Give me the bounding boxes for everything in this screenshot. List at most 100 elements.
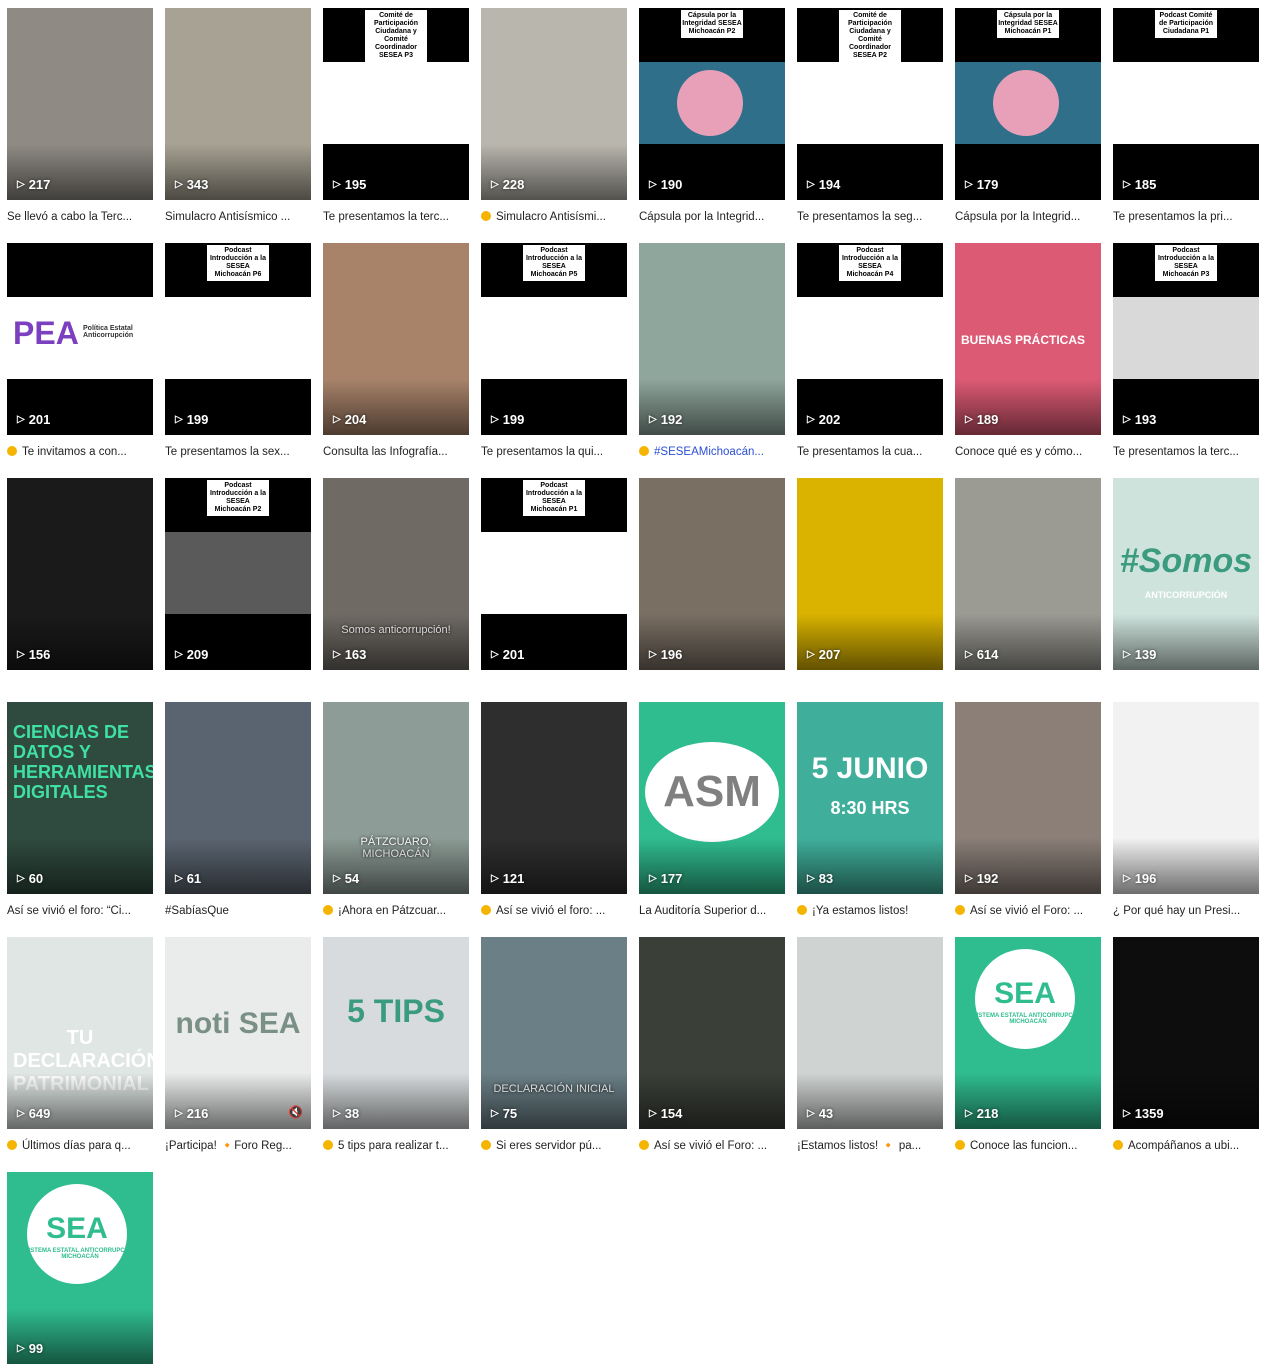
video-caption[interactable]: Simulacro Antisísmi...: [481, 209, 627, 225]
video-card[interactable]: BUENAS PRÁCTICAS ▷ 189 Conoce qué es y cómo…: [955, 243, 1101, 460]
video-card[interactable]: Podcast Introducción a la SESEA Michoacá…: [481, 243, 627, 460]
video-caption[interactable]: 5 tips para realizar t...: [323, 1138, 469, 1154]
video-thumbnail[interactable]: ASM ▷ 177: [639, 702, 785, 894]
video-card[interactable]: ▷ 207: [797, 478, 943, 670]
video-card[interactable]: noti SEA ▷ 216 🔇 ¡Participa! 🔸Foro Reg...: [165, 937, 311, 1154]
video-card[interactable]: ▷ 204 Consulta las Infografía...: [323, 243, 469, 460]
video-thumbnail[interactable]: 5 TIPS ▷ 38: [323, 937, 469, 1129]
video-caption[interactable]: ¡Ahora en Pátzcuar...: [323, 903, 469, 919]
video-caption[interactable]: Te presentamos la seg...: [797, 209, 943, 225]
video-card[interactable]: ▷ 61 #SabíasQue: [165, 702, 311, 919]
video-thumbnail[interactable]: Somos anticorrupción!▷163: [323, 478, 469, 670]
video-thumbnail[interactable]: Cápsula por la Integridad SESEA Michoacá…: [955, 8, 1101, 200]
video-caption[interactable]: Simulacro Antisísmico ...: [165, 209, 311, 225]
video-card[interactable]: TU DECLARACIÓN PATRIMONIAL▷649 Últimos dí…: [7, 937, 153, 1154]
video-card[interactable]: Comité de Participación Ciudadana y Comi…: [797, 8, 943, 225]
video-caption[interactable]: ¡Ya estamos listos!: [797, 903, 943, 919]
video-caption[interactable]: Te presentamos la cua...: [797, 444, 943, 460]
video-thumbnail[interactable]: SEA SISTEMA ESTATAL ANTICORRUPCIÓN MICHOA…: [955, 937, 1101, 1129]
video-thumbnail[interactable]: Podcast Introducción a la SESEA Michoacá…: [481, 478, 627, 670]
video-card[interactable]: 5 JUNIO 8:30 HRS ▷ 83 ¡Ya estamos listos!: [797, 702, 943, 919]
video-card[interactable]: #Somos ANTICORRUPCIÓN ▷ 139: [1113, 478, 1259, 670]
video-card[interactable]: Cápsula por la Integridad SESEA Michoacá…: [639, 8, 785, 225]
video-card[interactable]: Podcast Introducción a la SESEA Michoacá…: [481, 478, 627, 670]
video-caption[interactable]: Así se vivió el foro: “Ci...: [7, 903, 153, 919]
video-caption[interactable]: Te presentamos la pri...: [1113, 209, 1259, 225]
video-card[interactable]: SEA SISTEMA ESTATAL ANTICORRUPCIÓN MICHOA…: [955, 937, 1101, 1154]
video-caption[interactable]: Últimos días para q...: [7, 1138, 153, 1154]
video-caption[interactable]: Si eres servidor pú...: [481, 1138, 627, 1154]
video-thumbnail[interactable]: ▷ 217: [7, 8, 153, 200]
mute-icon[interactable]: 🔇: [288, 1105, 303, 1119]
video-thumbnail[interactable]: ▷ 614: [955, 478, 1101, 670]
video-caption[interactable]: Conoce qué es y cómo...: [955, 444, 1101, 460]
video-card[interactable]: ▷ 156: [7, 478, 153, 670]
video-thumbnail[interactable]: Podcast Introducción a la SESEA Michoacá…: [481, 243, 627, 435]
video-thumbnail[interactable]: ▷ 156: [7, 478, 153, 670]
video-thumbnail[interactable]: TU DECLARACIÓN PATRIMONIAL▷649: [7, 937, 153, 1129]
video-thumbnail[interactable]: PÁTZCUARO, MICHOACÁN▷54: [323, 702, 469, 894]
video-card[interactable]: ▷ 196 ¿ Por qué hay un Presi...: [1113, 702, 1259, 919]
video-card[interactable]: SEA SISTEMA ESTATAL ANTICORRUPCIÓN MICHOA…: [7, 1172, 153, 1364]
video-card[interactable]: ▷ 343 Simulacro Antisísmico ...: [165, 8, 311, 225]
video-card[interactable]: CIENCIAS DE DATOS Y HERRAMIENTAS DIGITAL…: [7, 702, 153, 919]
video-caption[interactable]: ¡Estamos listos! 🔸 pa...: [797, 1138, 943, 1154]
video-card[interactable]: Comité de Participación Ciudadana y Comi…: [323, 8, 469, 225]
video-thumbnail[interactable]: #Somos ANTICORRUPCIÓN ▷ 139: [1113, 478, 1259, 670]
video-caption[interactable]: Te presentamos la terc...: [323, 209, 469, 225]
video-caption[interactable]: Así se vivió el Foro: ...: [955, 903, 1101, 919]
video-caption[interactable]: Cápsula por la Integrid...: [955, 209, 1101, 225]
video-thumbnail[interactable]: ▷ 61: [165, 702, 311, 894]
video-card[interactable]: Podcast Introducción a la SESEA Michoacá…: [165, 478, 311, 670]
video-thumbnail[interactable]: CIENCIAS DE DATOS Y HERRAMIENTAS DIGITAL…: [7, 702, 153, 894]
video-card[interactable]: ▷ 192 #SESEAMichoacán...: [639, 243, 785, 460]
video-card[interactable]: ▷ 614: [955, 478, 1101, 670]
video-card[interactable]: Podcast Introducción a la SESEA Michoacá…: [165, 243, 311, 460]
video-thumbnail[interactable]: Cápsula por la Integridad SESEA Michoacá…: [639, 8, 785, 200]
video-thumbnail[interactable]: ▷ 154: [639, 937, 785, 1129]
video-card[interactable]: ▷ 1359 Acompáñanos a ubi...: [1113, 937, 1259, 1154]
video-thumbnail[interactable]: BUENAS PRÁCTICAS ▷ 189: [955, 243, 1101, 435]
video-thumbnail[interactable]: ▷ 207: [797, 478, 943, 670]
video-caption[interactable]: Te presentamos la qui...: [481, 444, 627, 460]
video-card[interactable]: Cápsula por la Integridad SESEA Michoacá…: [955, 8, 1101, 225]
video-caption[interactable]: Te presentamos la terc...: [1113, 444, 1259, 460]
video-caption[interactable]: Acompáñanos a ubi...: [1113, 1138, 1259, 1154]
video-card[interactable]: ▷ 154 Así se vivió el Foro: ...: [639, 937, 785, 1154]
video-card[interactable]: ▷ 43 ¡Estamos listos! 🔸 pa...: [797, 937, 943, 1154]
video-caption[interactable]: ¡Participa! 🔸Foro Reg...: [165, 1138, 311, 1154]
video-caption[interactable]: Te invitamos a con...: [7, 444, 153, 460]
video-thumbnail[interactable]: ▷ 343: [165, 8, 311, 200]
video-card[interactable]: PEA Política Estatal Anticorrupción ▷ 201 Te…: [7, 243, 153, 460]
video-caption[interactable]: Así se vivió el Foro: ...: [639, 1138, 785, 1154]
video-thumbnail[interactable]: Podcast Introducción a la SESEA Michoacá…: [165, 243, 311, 435]
video-thumbnail[interactable]: Podcast Introducción a la SESEA Michoacá…: [165, 478, 311, 670]
video-caption[interactable]: La Auditoría Superior d...: [639, 903, 785, 919]
video-thumbnail[interactable]: 5 JUNIO 8:30 HRS ▷ 83: [797, 702, 943, 894]
video-thumbnail[interactable]: Podcast Comité de Participación Ciudadan…: [1113, 8, 1259, 200]
video-thumbnail[interactable]: ▷ 204: [323, 243, 469, 435]
video-thumbnail[interactable]: ▷ 192: [955, 702, 1101, 894]
video-caption[interactable]: Así se vivió el foro: ...: [481, 903, 627, 919]
video-thumbnail[interactable]: Podcast Introducción a la SESEA Michoacá…: [797, 243, 943, 435]
video-card[interactable]: ▷ 192 Así se vivió el Foro: ...: [955, 702, 1101, 919]
video-card[interactable]: Podcast Introducción a la SESEA Michoacá…: [1113, 243, 1259, 460]
video-card[interactable]: ASM ▷ 177 La Auditoría Superior d...: [639, 702, 785, 919]
video-thumbnail[interactable]: ▷ 228: [481, 8, 627, 200]
video-caption[interactable]: Consulta las Infografía...: [323, 444, 469, 460]
video-thumbnail[interactable]: SEA SISTEMA ESTATAL ANTICORRUPCIÓN MICHOA…: [7, 1172, 153, 1364]
video-card[interactable]: ▷ 217 Se llevó a cabo la Terc...: [7, 8, 153, 225]
video-caption[interactable]: Conoce las funcion...: [955, 1138, 1101, 1154]
video-thumbnail[interactable]: Comité de Participación Ciudadana y Comi…: [797, 8, 943, 200]
video-card[interactable]: Podcast Introducción a la SESEA Michoacá…: [797, 243, 943, 460]
video-caption[interactable]: Cápsula por la Integrid...: [639, 209, 785, 225]
video-thumbnail[interactable]: ▷ 43: [797, 937, 943, 1129]
video-caption[interactable]: Te presentamos la sex...: [165, 444, 311, 460]
video-card[interactable]: DECLARACIÓN INICIAL▷75 Si eres servidor p…: [481, 937, 627, 1154]
video-thumbnail[interactable]: ▷ 1359: [1113, 937, 1259, 1129]
video-thumbnail[interactable]: ▷ 192: [639, 243, 785, 435]
video-thumbnail[interactable]: ▷ 121: [481, 702, 627, 894]
video-card[interactable]: ▷ 121 Así se vivió el foro: ...: [481, 702, 627, 919]
video-thumbnail[interactable]: Comité de Participación Ciudadana y Comi…: [323, 8, 469, 200]
video-thumbnail[interactable]: ▷ 196: [1113, 702, 1259, 894]
